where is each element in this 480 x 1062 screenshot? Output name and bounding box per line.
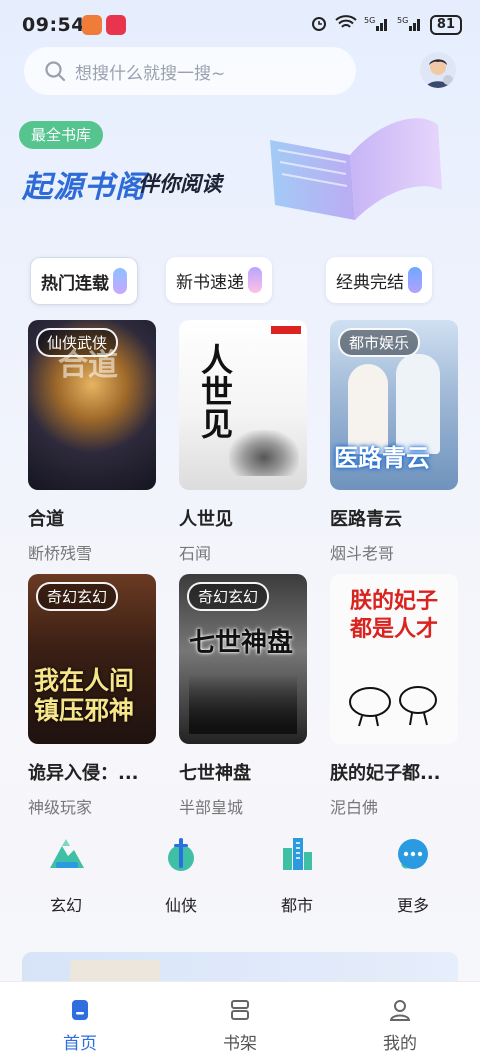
svg-text:5G: 5G [397,16,408,25]
book-author: 断桥残雪 [28,544,93,563]
cover-tag: 都市娱乐 [338,328,421,357]
home-icon [72,1000,88,1020]
genre-fantasy[interactable]: 玄幻 [21,834,111,916]
book-cover[interactable]: 朕的妃子都是人才 [330,574,458,744]
cover-title: 人世见 [201,341,234,443]
chip-classic-complete[interactable]: 经典完结 [326,257,432,303]
cover-tag: 奇幻玄幻 [36,582,119,611]
book-title: 医路青云 [330,509,402,530]
search-icon [45,61,66,82]
svg-text:5G: 5G [364,16,375,25]
chick-doodle-icon [349,686,437,727]
book-author: 石闻 [179,544,212,563]
book-title: 合道 [28,509,64,530]
book-title: 人世见 [179,509,233,530]
warriors-silhouette-icon [189,674,297,734]
genre-more[interactable]: 更多 [368,834,458,916]
tab-label: 书架 [223,1034,257,1054]
book-card[interactable]: 朕的妃子都是人才 朕的妃子都... 泥白佛 [330,574,458,818]
status-time: 09:54 [22,14,85,36]
book-cover[interactable]: 奇幻玄幻 我在人间镇压邪神 [28,574,156,744]
signal-icon-2: 5G [397,15,423,35]
chip-deco-icon [248,267,262,293]
book-author: 泥白佛 [330,798,379,817]
book-cover[interactable]: 仙侠武侠 合道 [28,320,156,490]
search-placeholder: 想搜什么就搜一搜~ [75,63,226,84]
bottom-tab-bar: 首页 书架 我的 [0,981,480,1062]
cover-title: 医路青云 [334,444,430,472]
brand-title: 起源书阁 [22,170,146,205]
book-cover[interactable]: 都市娱乐 医路青云 [330,320,458,490]
cover-title: 七世神盘 [189,628,294,658]
tab-label: 我的 [383,1034,417,1054]
avatar[interactable] [420,52,456,88]
tab-bookshelf[interactable]: 书架 [180,982,300,1054]
chip-label: 热门连载 [41,273,109,294]
book-card[interactable]: 奇幻玄幻 我在人间镇压邪神 诡异入侵：... 神级玩家 [28,574,156,818]
cover-title: 合道 [58,348,118,383]
status-bar: 09:54 5G 5G 81 [0,0,480,48]
chip-deco-icon [408,267,422,293]
book-author: 烟斗老哥 [330,544,395,563]
banner-tag: 最全书库 [19,121,104,149]
book-card[interactable]: 奇幻玄幻 七世神盘 七世神盘 半部皇城 [179,574,307,818]
cover-title: 朕的妃子都是人才 [349,589,438,642]
system-icons: 5G 5G 81 [310,14,462,36]
bookshelf-icon [231,1000,249,1020]
search-bar[interactable]: 想搜什么就搜一搜~ [24,47,356,95]
tab-label: 首页 [63,1034,97,1054]
profile-icon [389,1000,411,1021]
publisher-logo-icon [271,326,301,334]
cover-title: 我在人间镇压邪神 [34,666,135,725]
chip-label: 经典完结 [336,272,404,293]
alarm-icon [310,14,328,36]
notification-shop-icon [106,15,126,35]
book-title: 诡异入侵：... [28,763,139,784]
genre-xianxia[interactable]: 仙侠 [136,834,226,916]
chip-label: 新书速递 [176,272,244,293]
genre-label: 仙侠 [164,896,197,915]
tab-profile[interactable]: 我的 [340,982,460,1054]
book-author: 神级玩家 [28,798,93,817]
book-title: 七世神盘 [179,763,251,784]
cover-tag: 奇幻玄幻 [187,582,270,611]
wifi-icon [335,15,357,35]
book-cover[interactable]: 奇幻玄幻 七世神盘 [179,574,307,744]
ink-landscape-icon [229,430,299,476]
book-card[interactable]: 仙侠武侠 合道 合道 断桥残雪 [28,320,156,564]
genre-urban[interactable]: 都市 [252,834,342,916]
book-cover[interactable]: 人世见 [179,320,307,490]
brand-slogan: 伴你阅读 [138,172,222,196]
notification-app-icon [82,15,102,35]
city-icon [283,838,312,870]
book-card[interactable]: 人世见 人世见 石闻 [179,320,307,564]
sword-icon [168,838,194,871]
mountain-icon [50,839,84,868]
battery-level: 81 [429,15,462,35]
open-book-illustration [270,118,442,220]
book-author: 半部皇城 [179,798,244,817]
chip-new-books[interactable]: 新书速递 [166,257,272,303]
book-title: 朕的妃子都... [330,763,441,784]
more-icon [398,839,428,869]
genre-label: 都市 [280,896,313,915]
signal-icon: 5G [364,15,390,35]
book-card[interactable]: 都市娱乐 医路青云 医路青云 烟斗老哥 [330,320,458,564]
tab-home[interactable]: 首页 [20,982,140,1054]
genre-label: 更多 [396,896,429,915]
genre-label: 玄幻 [49,896,82,915]
chip-deco-icon [113,268,127,294]
chip-hot-serial[interactable]: 热门连载 [30,257,138,305]
